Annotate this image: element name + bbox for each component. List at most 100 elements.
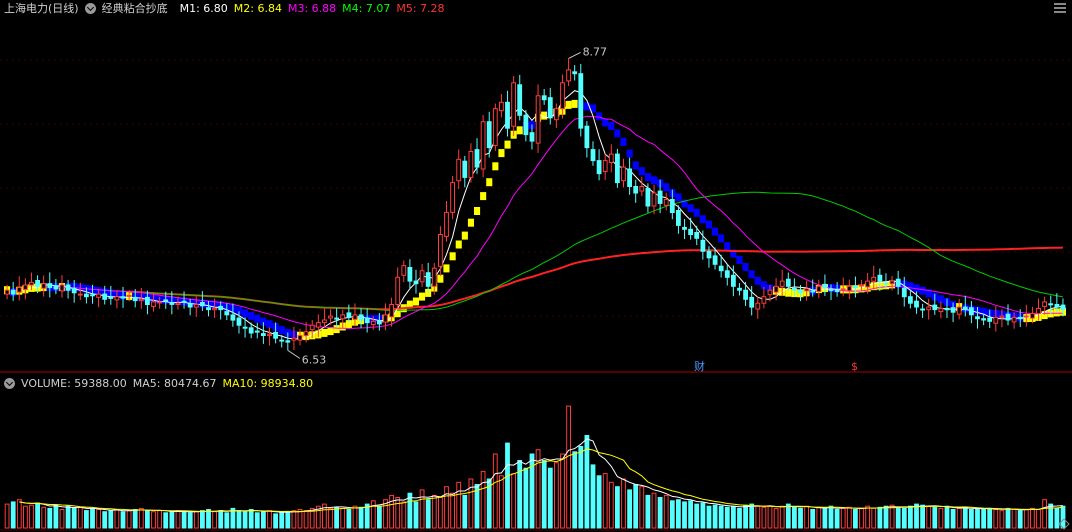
volume-bar (944, 505, 950, 529)
candle (377, 320, 382, 325)
volume-bar (444, 486, 449, 529)
volume-bar (926, 505, 932, 529)
volume-bar (846, 506, 852, 529)
candle (499, 101, 504, 112)
candle (84, 293, 89, 298)
band-block (321, 328, 328, 337)
candle (96, 293, 101, 298)
candle (41, 283, 47, 289)
candle (669, 199, 675, 213)
candle (1011, 316, 1017, 323)
volume-bar (492, 453, 498, 529)
candle (102, 293, 108, 300)
volume-bar (608, 481, 614, 529)
stock-chart[interactable]: 8.77 6.53 财 $ (0, 0, 1072, 532)
candle (77, 293, 83, 296)
volume-bar (773, 507, 779, 529)
candle (444, 211, 449, 237)
candle (261, 333, 266, 337)
volume-bar (596, 475, 602, 529)
volume-bar (700, 502, 706, 529)
volume-bar (1030, 507, 1035, 529)
finance-event-marker[interactable]: 财 (694, 359, 705, 373)
candle (535, 95, 541, 144)
candle (895, 278, 901, 287)
candle (23, 284, 28, 290)
candle (1030, 313, 1035, 319)
volume-bar (108, 510, 114, 529)
candle (486, 121, 492, 149)
candle (523, 114, 529, 136)
candle (633, 186, 639, 194)
candle (218, 305, 224, 311)
volume-bar (29, 504, 34, 529)
candle (676, 210, 681, 226)
volume-bar (950, 509, 956, 529)
volume-bar (676, 499, 681, 529)
volume-bar (566, 405, 572, 529)
band-block (687, 204, 694, 213)
candle (126, 294, 132, 297)
candle (956, 306, 962, 315)
volume-bar (346, 509, 352, 529)
candle (767, 289, 773, 296)
candle (35, 280, 41, 287)
candle (1017, 316, 1023, 320)
volume-bar (462, 494, 468, 529)
candle (663, 199, 669, 206)
candle (138, 298, 144, 302)
candle (804, 288, 810, 292)
volume-bar (895, 506, 901, 529)
candle (297, 335, 303, 341)
volume-bar (932, 506, 938, 529)
band-block (626, 149, 633, 158)
volume-bar (920, 504, 926, 529)
volume-bar (981, 509, 987, 529)
volume-bar (499, 475, 504, 529)
band-block (565, 100, 572, 109)
volume-ma10-line (19, 448, 1063, 513)
candle (340, 314, 346, 320)
candle (688, 228, 694, 236)
candle (212, 307, 217, 311)
candle (590, 149, 596, 162)
candle (608, 153, 614, 164)
band-block (742, 263, 749, 271)
volume-bar (114, 509, 120, 529)
volume-bar (248, 509, 254, 529)
volume-bar (755, 505, 761, 529)
volume-bar (401, 501, 407, 529)
volume-bar (883, 505, 889, 529)
m5-line (129, 246, 1063, 311)
volume-bar (663, 494, 669, 529)
dividend-event-marker[interactable]: $ (851, 360, 858, 373)
candle (834, 289, 840, 293)
candle (566, 69, 572, 82)
volume-bar (1011, 509, 1017, 529)
volume-bar (4, 503, 10, 529)
candle (401, 265, 407, 276)
volume-bar (377, 505, 382, 529)
volume-bar (53, 504, 59, 529)
volume-bar (181, 511, 187, 529)
volume-bar (102, 511, 108, 529)
volume-bar (145, 510, 150, 529)
volume-bar (157, 510, 162, 529)
volume-bar (511, 473, 517, 529)
candle (322, 319, 327, 324)
candle (718, 265, 724, 272)
candle (474, 149, 480, 168)
volume-bar (1023, 509, 1029, 529)
candle (682, 226, 687, 230)
volume-bar (23, 505, 28, 529)
candle (1060, 304, 1066, 311)
candle (969, 307, 974, 316)
band-block (498, 149, 505, 158)
volume-bar (669, 500, 675, 529)
volume-bar (352, 505, 358, 529)
candle (517, 84, 523, 116)
candle (743, 289, 749, 300)
candle (505, 101, 510, 129)
volume-bar (218, 510, 224, 529)
candle (16, 287, 22, 293)
